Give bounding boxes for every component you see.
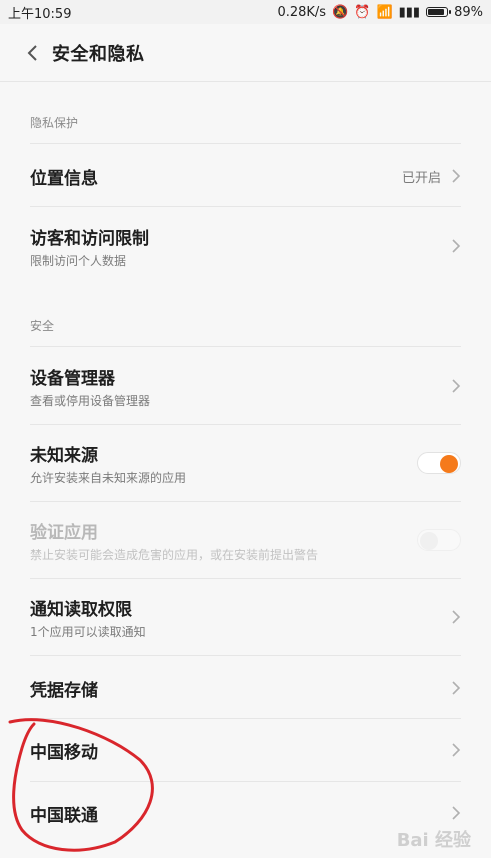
watermark: Bai 经验: [396, 830, 471, 851]
credential-storage-title: 凭据存储: [30, 680, 98, 701]
visitor-row[interactable]: 访客和访问限制 限制访问个人数据: [0, 214, 491, 278]
device-admin-title: 设备管理器: [30, 368, 115, 389]
unknown-sources-subtitle: 允许安装来自未知来源的应用: [30, 470, 187, 485]
location-row[interactable]: 位置信息 已开启: [0, 144, 491, 208]
device-admin-subtitle: 查看或停用设备管理器: [30, 393, 151, 408]
divider: [30, 346, 461, 347]
mute-icon: 🔕: [332, 4, 349, 20]
divider: [30, 578, 461, 579]
verify-apps-row: 验证应用 禁止安装可能会造成危害的应用，或在安装前提出警告: [0, 508, 491, 572]
signal-icon: ▮▮▮: [398, 4, 421, 20]
chevron-left-icon: [27, 44, 37, 61]
back-button[interactable]: [12, 33, 52, 73]
chevron-right-icon: [452, 610, 461, 624]
status-icons: 0.28K/s 🔕 ⏰ 📶 ▮▮▮ 89%: [277, 5, 483, 20]
wifi-icon: 📶: [376, 4, 393, 20]
unknown-sources-row[interactable]: 未知来源 允许安装来自未知来源的应用: [0, 431, 491, 495]
chevron-right-icon: [452, 239, 461, 253]
notification-access-title: 通知读取权限: [30, 599, 132, 620]
section-label-security: 安全: [30, 319, 55, 333]
visitor-title: 访客和访问限制: [30, 228, 149, 249]
visitor-subtitle: 限制访问个人数据: [30, 253, 127, 268]
alarm-icon: ⏰: [354, 4, 371, 20]
chevron-right-icon: [452, 743, 461, 757]
divider: [30, 424, 461, 425]
divider: [30, 206, 461, 207]
chevron-right-icon: [452, 379, 461, 393]
divider: [30, 501, 461, 502]
notification-access-row[interactable]: 通知读取权限 1个应用可以读取通知: [0, 585, 491, 649]
status-time: 上午10:59: [8, 6, 72, 22]
unknown-sources-toggle[interactable]: [417, 452, 461, 474]
battery-icon: [426, 7, 452, 17]
chevron-right-icon: [452, 806, 461, 820]
chevron-right-icon: [452, 169, 461, 183]
battery-percent: 89%: [454, 4, 483, 20]
location-title: 位置信息: [30, 168, 98, 189]
verify-apps-toggle: [417, 529, 461, 551]
network-speed: 0.28K/s: [277, 4, 327, 20]
chevron-right-icon: [452, 681, 461, 695]
china-mobile-row[interactable]: 中国移动: [0, 718, 491, 782]
status-bar: 上午10:59 0.28K/s 🔕 ⏰ 📶 ▮▮▮ 89%: [0, 0, 491, 24]
unknown-sources-title: 未知来源: [30, 445, 98, 466]
page-header: 安全和隐私: [0, 24, 491, 82]
page-title: 安全和隐私: [52, 43, 145, 65]
verify-apps-title: 验证应用: [30, 522, 98, 543]
section-label-privacy: 隐私保护: [30, 116, 79, 130]
device-admin-row[interactable]: 设备管理器 查看或停用设备管理器: [0, 354, 491, 418]
china-mobile-title: 中国移动: [30, 742, 98, 763]
credential-storage-row[interactable]: 凭据存储: [0, 656, 491, 720]
china-unicom-title: 中国联通: [30, 805, 98, 826]
notification-access-subtitle: 1个应用可以读取通知: [30, 624, 146, 639]
location-status: 已开启: [401, 170, 441, 186]
verify-apps-subtitle: 禁止安装可能会造成危害的应用，或在安装前提出警告: [30, 547, 319, 562]
